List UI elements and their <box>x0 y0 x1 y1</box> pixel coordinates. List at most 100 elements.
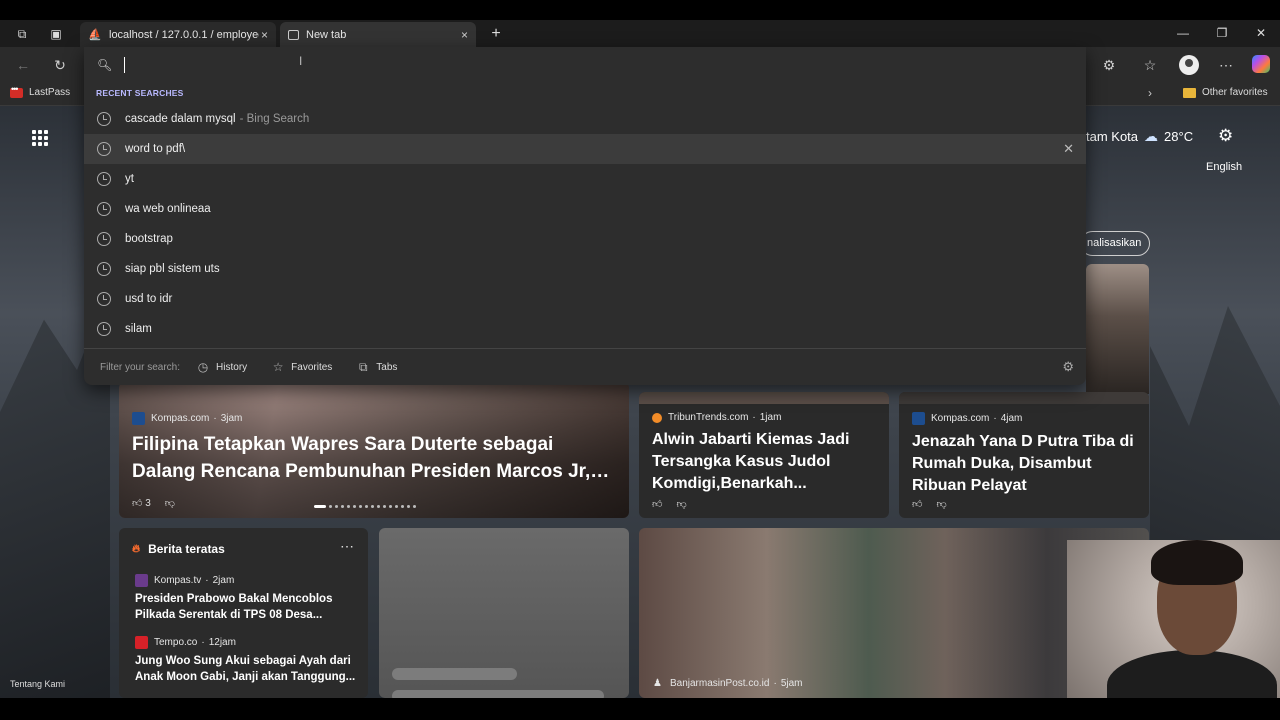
history-icon <box>97 292 111 306</box>
personalize-button[interactable]: nalisasikan <box>1080 231 1150 256</box>
top-story-item[interactable]: Tempo.co · 12jam Jung Woo Sung Akui seba… <box>135 636 356 685</box>
folder-icon <box>1183 87 1196 98</box>
source-age: 2jam <box>212 575 235 586</box>
suggestion-text: word to pdf\ <box>125 143 186 155</box>
suggestion-text: siap pbl sistem uts <box>125 263 220 275</box>
tab-localhost[interactable]: ⛵ localhost / 127.0.0.1 / employee... × <box>80 22 276 47</box>
workspaces-icon[interactable]: ⧉ <box>14 26 30 42</box>
chevron-right-icon[interactable]: › <box>1148 86 1152 100</box>
hero-title[interactable]: Filipina Tetapkan Wapres Sara Duterte se… <box>132 431 616 485</box>
weather-location: tam Kota <box>1086 129 1139 144</box>
refresh-icon[interactable]: ↻ <box>50 55 70 75</box>
tab-actions-icon[interactable]: ▣ <box>48 26 64 42</box>
language-selector[interactable]: English <box>1206 161 1242 173</box>
address-bar[interactable]: 🔍︎ <box>84 47 1086 83</box>
lastpass-icon <box>10 84 23 98</box>
suggestion-text: yt <box>125 173 134 185</box>
news-reactions: 👍︎ 👎︎ <box>652 498 687 510</box>
filter-favorites[interactable]: ☆ Favorites <box>271 360 333 374</box>
favorite-other-folder[interactable]: Other favorites <box>1183 87 1268 98</box>
close-tab-icon[interactable]: × <box>261 28 268 42</box>
hero-news-card[interactable]: Kompas.com · 3jam Filipina Tetapkan Wapr… <box>119 382 629 518</box>
close-window-button[interactable]: ✕ <box>1242 20 1280 47</box>
ibeam-cursor-icon: I <box>299 54 303 68</box>
hero-reactions: 👍︎ 3 👎︎ <box>132 497 175 509</box>
news-source: Kompas.tv · 2jam <box>135 574 356 587</box>
like-icon[interactable]: 👍︎ <box>652 498 662 510</box>
like-icon[interactable]: 👍︎ 3 <box>132 497 151 509</box>
filter-tabs[interactable]: ⧉ Tabs <box>356 360 397 374</box>
partly-cloudy-icon: ☁ <box>1144 128 1159 144</box>
news-card[interactable]: Kompas.com · 4jam Jenazah Yana D Putra T… <box>899 392 1149 518</box>
dislike-icon[interactable]: 👎︎ <box>676 498 686 510</box>
news-source: TribunTrends.com · 1jam <box>652 412 879 423</box>
carousel-dots[interactable] <box>314 505 416 508</box>
like-icon[interactable]: 👍︎ <box>912 498 922 510</box>
news-photo[interactable] <box>1086 264 1149 394</box>
suggestion-item[interactable]: cascade dalam mysql - Bing Search <box>84 104 1086 134</box>
tab-title: New tab <box>306 28 347 41</box>
source-name: Kompas.com <box>151 413 210 424</box>
top-stories-panel: 🔥︎ Berita teratas ⋯ Kompas.tv · 2jam Pre… <box>119 528 368 698</box>
search-settings-icon[interactable]: ⚙ <box>1062 359 1074 375</box>
suggestion-text: usd to idr <box>125 293 173 305</box>
weather-widget[interactable]: tam Kota ☁ 28°C <box>1086 128 1193 145</box>
new-tab-button[interactable]: + <box>486 24 506 44</box>
suggestion-item[interactable]: wa web onlineaa <box>84 194 1086 224</box>
webcam-person-body <box>1107 650 1277 700</box>
favorites-icon[interactable]: ☆ <box>1140 55 1160 75</box>
top-story-title[interactable]: Presiden Prabowo Bakal Mencoblos Pilkada… <box>135 591 356 623</box>
tab-title: localhost / 127.0.0.1 / employee... <box>109 28 259 41</box>
filter-text: History <box>216 361 248 373</box>
news-source: Kompas.com · 3jam <box>132 412 616 425</box>
close-tab-icon[interactable]: × <box>461 28 468 42</box>
weather-temp: 28°C <box>1164 129 1194 144</box>
news-card[interactable]: TribunTrends.com · 1jam Alwin Jabarti Ki… <box>639 392 889 518</box>
hero-content: Kompas.com · 3jam Filipina Tetapkan Wapr… <box>132 412 616 485</box>
page-settings-icon[interactable]: ⚙ <box>1218 126 1233 146</box>
filter-history[interactable]: ◷ History <box>196 360 247 374</box>
suggestion-item[interactable]: usd to idr <box>84 284 1086 314</box>
separator: · <box>752 412 756 423</box>
restore-button[interactable]: ❐ <box>1203 20 1241 47</box>
favorite-label: Other favorites <box>1202 87 1268 98</box>
copilot-icon[interactable] <box>1252 55 1270 73</box>
news-title[interactable]: Jenazah Yana D Putra Tiba di Rumah Duka,… <box>912 431 1139 497</box>
about-link[interactable]: Tentang Kami <box>10 679 65 689</box>
recent-searches-label: RECENT SEARCHES <box>96 88 184 98</box>
suggestion-item[interactable]: yt <box>84 164 1086 194</box>
loading-card <box>379 528 629 698</box>
separator: · <box>201 637 205 648</box>
favorite-lastpass[interactable]: LastPass <box>10 84 70 98</box>
top-story-item[interactable]: Kompas.tv · 2jam Presiden Prabowo Bakal … <box>135 574 356 623</box>
person-icon: ♟ <box>653 678 662 689</box>
suggestion-item[interactable]: siap pbl sistem uts <box>84 254 1086 284</box>
webcam-overlay <box>1067 540 1280 700</box>
address-input[interactable] <box>123 57 1023 73</box>
suggestion-item[interactable]: bootstrap <box>84 224 1086 254</box>
source-age: 3jam <box>220 413 243 424</box>
suggestion-item[interactable]: word to pdf\ ✕ <box>84 134 1086 164</box>
back-icon[interactable]: ← <box>13 55 33 75</box>
dislike-icon[interactable]: 👎︎ <box>165 497 175 509</box>
news-photo <box>639 392 889 404</box>
top-story-title[interactable]: Jung Woo Sung Akui sebagai Ayah dari Ana… <box>135 653 356 685</box>
extensions-icon[interactable]: ⚙ <box>1099 55 1119 75</box>
newtab-page-icon <box>288 29 299 40</box>
app-launcher-icon[interactable] <box>32 130 48 146</box>
letterbox-top <box>0 0 1280 20</box>
history-icon <box>97 232 111 246</box>
profile-avatar[interactable] <box>1179 55 1199 75</box>
source-age: 12jam <box>208 637 236 648</box>
flame-icon: 🔥︎ <box>132 542 141 555</box>
news-title[interactable]: Alwin Jabarti Kiemas Jadi Tersangka Kasu… <box>652 429 879 495</box>
dislike-icon[interactable]: 👎︎ <box>936 498 946 510</box>
more-menu-icon[interactable]: ⋯ <box>1216 55 1236 75</box>
webcam-person-hair <box>1151 540 1243 585</box>
remove-suggestion-icon[interactable]: ✕ <box>1063 141 1074 157</box>
news-source: Kompas.com · 4jam <box>912 412 1139 425</box>
tab-new-tab[interactable]: New tab × <box>280 22 476 47</box>
minimize-button[interactable]: — <box>1164 20 1202 47</box>
more-options-icon[interactable]: ⋯ <box>340 538 354 555</box>
suggestion-item[interactable]: silam <box>84 314 1086 344</box>
